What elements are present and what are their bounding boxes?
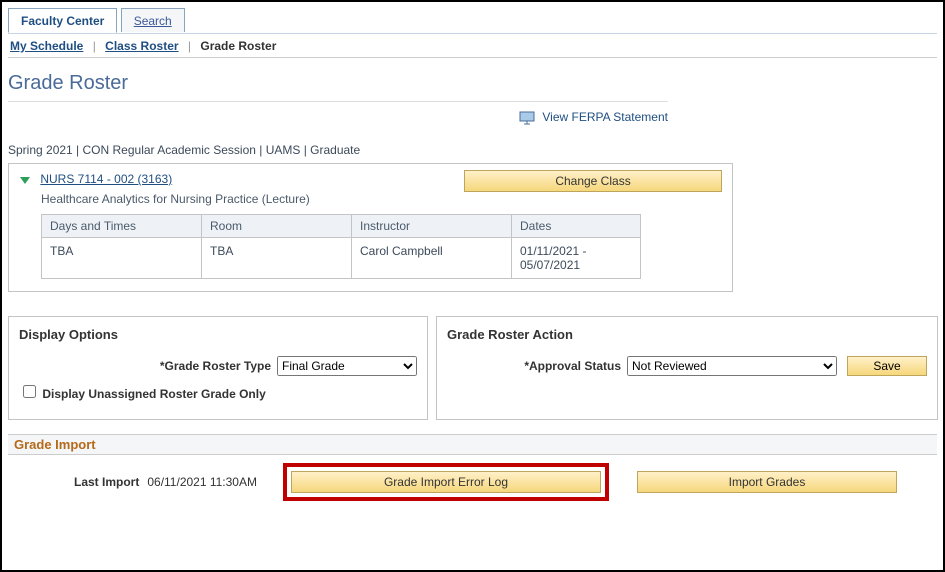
- unassigned-label: Display Unassigned Roster Grade Only: [42, 387, 265, 401]
- grade-import-row: Last Import 06/11/2021 11:30AM Grade Imp…: [8, 455, 937, 511]
- last-import-label: Last Import: [74, 475, 139, 489]
- subnav-grade-roster: Grade Roster: [200, 39, 276, 53]
- col-days-times: Days and Times: [42, 214, 202, 237]
- class-link[interactable]: NURS 7114 - 002 (3163): [40, 172, 172, 186]
- class-description: Healthcare Analytics for Nursing Practic…: [41, 192, 722, 206]
- last-import-value: 06/11/2021 11:30AM: [147, 475, 257, 489]
- view-ferpa-link[interactable]: View FERPA Statement: [519, 110, 668, 124]
- tab-label: Search: [134, 14, 172, 28]
- tab-search[interactable]: Search: [121, 8, 185, 32]
- display-options-panel: Display Options *Grade Roster Type Final…: [8, 316, 428, 420]
- approval-status-label: *Approval Status: [447, 359, 627, 373]
- save-button[interactable]: Save: [847, 356, 927, 376]
- separator: |: [93, 39, 96, 53]
- subnav-class-roster[interactable]: Class Roster: [105, 39, 178, 53]
- roster-action-panel: Grade Roster Action *Approval Status Not…: [436, 316, 938, 420]
- panel-title: Display Options: [19, 327, 417, 342]
- cell-dates: 01/11/2021 - 05/07/2021: [512, 237, 641, 278]
- import-grades-button[interactable]: Import Grades: [637, 471, 897, 493]
- cell-instructor: Carol Campbell: [352, 237, 512, 278]
- col-instructor: Instructor: [352, 214, 512, 237]
- separator: |: [188, 39, 191, 53]
- collapse-toggle-icon[interactable]: [19, 175, 31, 190]
- tab-label: Faculty Center: [21, 14, 104, 28]
- panel-title: Grade Roster Action: [447, 327, 927, 342]
- cell-room: TBA: [202, 237, 352, 278]
- presentation-icon: [519, 111, 535, 125]
- col-dates: Dates: [512, 214, 641, 237]
- col-room: Room: [202, 214, 352, 237]
- change-class-button[interactable]: Change Class: [464, 170, 722, 192]
- class-info-box: Change Class NURS 7114 - 002 (3163) Heal…: [8, 163, 733, 292]
- error-log-highlight: Grade Import Error Log: [283, 463, 609, 501]
- unassigned-checkbox[interactable]: [23, 385, 36, 398]
- tab-row: Faculty Center Search: [8, 8, 937, 34]
- tab-faculty-center[interactable]: Faculty Center: [8, 8, 117, 33]
- grade-import-header: Grade Import: [8, 434, 937, 455]
- page-title: Grade Roster: [8, 72, 668, 102]
- ferpa-row: View FERPA Statement: [8, 110, 668, 125]
- table-row: TBA TBA Carol Campbell 01/11/2021 - 05/0…: [42, 237, 641, 278]
- roster-type-label: *Grade Roster Type: [19, 359, 277, 373]
- class-schedule-table: Days and Times Room Instructor Dates TBA…: [41, 214, 641, 279]
- cell-days-times: TBA: [42, 237, 202, 278]
- approval-status-select[interactable]: Not Reviewed: [627, 356, 837, 376]
- grade-import-error-log-button[interactable]: Grade Import Error Log: [291, 471, 601, 493]
- subnav-my-schedule[interactable]: My Schedule: [10, 39, 83, 53]
- subnav: My Schedule | Class Roster | Grade Roste…: [8, 34, 937, 58]
- roster-type-select[interactable]: Final Grade: [277, 356, 417, 376]
- term-info: Spring 2021 | CON Regular Academic Sessi…: [8, 143, 937, 157]
- ferpa-text: View FERPA Statement: [542, 110, 668, 124]
